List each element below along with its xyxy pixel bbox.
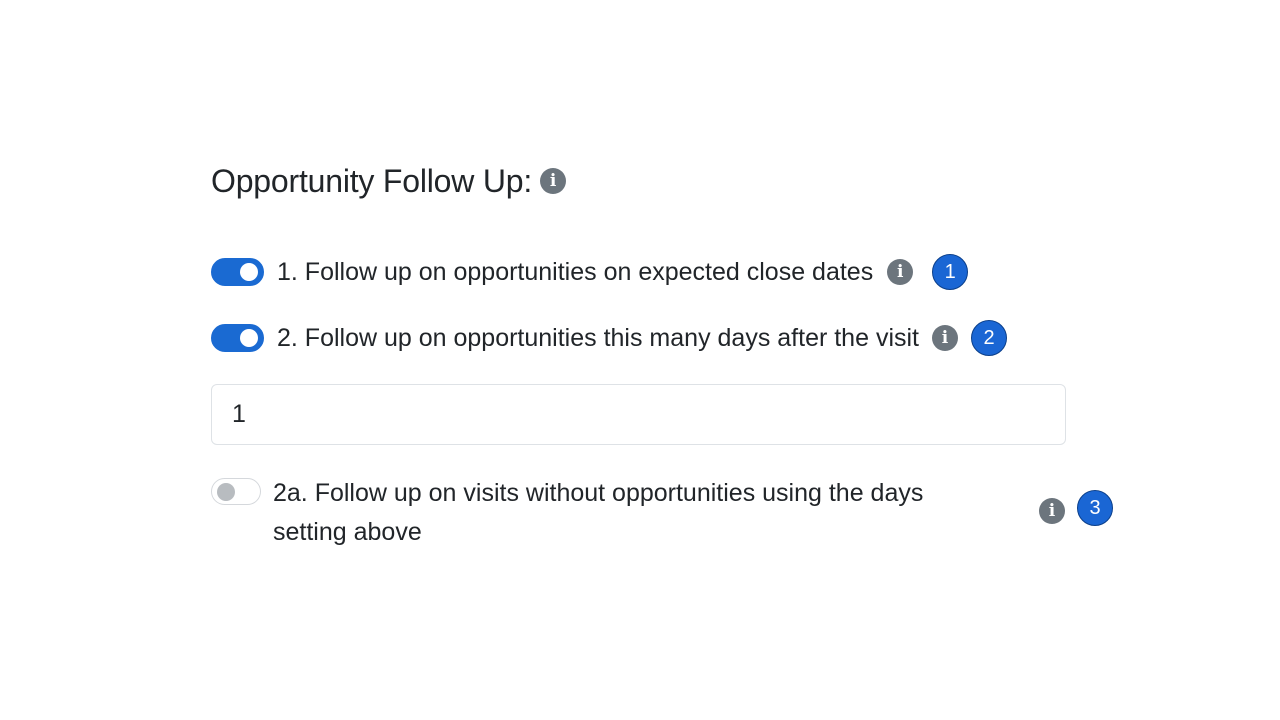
callout-badge-3: 3 (1077, 490, 1113, 526)
section-header: Opportunity Follow Up: i (211, 160, 567, 202)
toggle-knob (240, 329, 258, 347)
callout-badge-2: 2 (971, 320, 1007, 356)
settings-page: Opportunity Follow Up: i 1. Follow up on… (0, 0, 1280, 720)
info-icon[interactable]: i (887, 259, 914, 285)
toggle-days-after-visit-followup[interactable] (211, 324, 264, 352)
option-label: 1. Follow up on opportunities on expecte… (277, 257, 874, 286)
option-label: 2a. Follow up on visits without opportun… (273, 479, 924, 546)
info-icon[interactable]: i (1039, 498, 1065, 524)
callout-badge-1: 1 (932, 254, 969, 290)
toggle-knob (240, 263, 258, 281)
info-icon[interactable]: i (932, 325, 958, 351)
info-icon[interactable]: i (540, 168, 567, 194)
option-label: 2. Follow up on opportunities this many … (277, 323, 919, 352)
option-close-date-followup: 1. Follow up on opportunities on expecte… (211, 252, 969, 292)
section-title: Opportunity Follow Up: (211, 162, 533, 199)
toggle-visits-without-opportunities[interactable] (211, 478, 261, 505)
toggle-close-date-followup[interactable] (211, 258, 264, 286)
toggle-knob (217, 482, 235, 501)
option-days-after-visit-followup: 2. Follow up on opportunities this many … (211, 318, 1007, 358)
days-after-visit-input[interactable] (211, 384, 1066, 445)
